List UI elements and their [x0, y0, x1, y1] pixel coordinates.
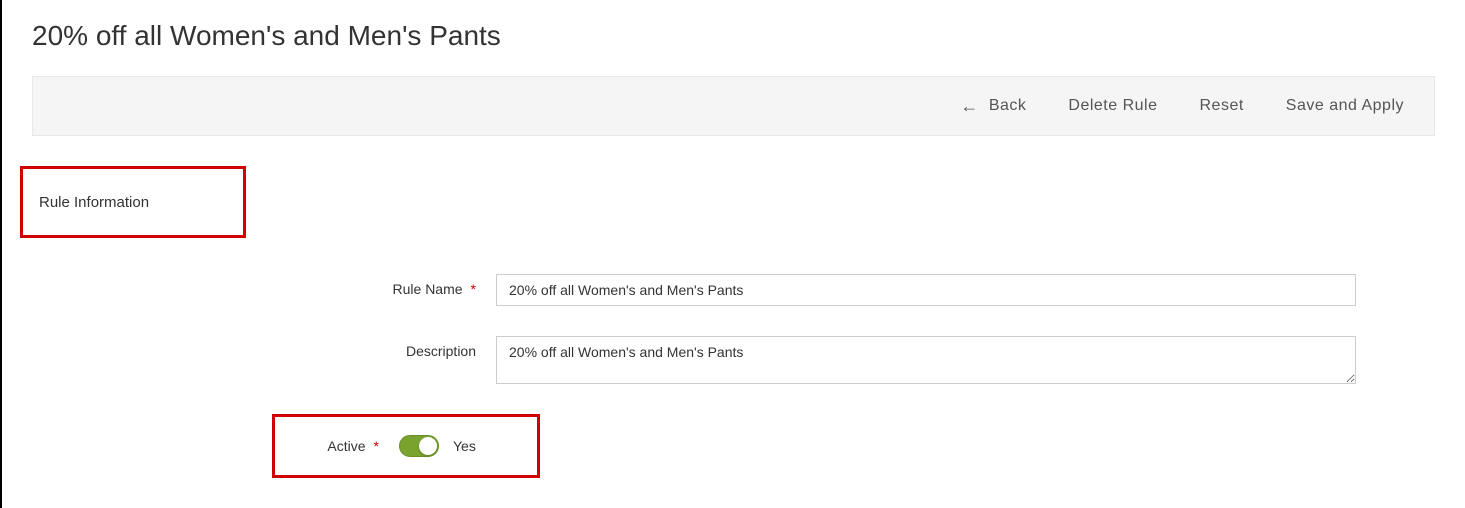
page-title: 20% off all Women's and Men's Pants — [32, 20, 1435, 52]
active-toggle[interactable] — [399, 435, 439, 457]
form-row-rule-name: Rule Name * — [286, 274, 1435, 306]
rule-name-label-wrap: Rule Name * — [286, 274, 496, 297]
active-toggle-text: Yes — [453, 438, 476, 454]
tab-rule-information[interactable]: Rule Information — [20, 166, 246, 238]
page-container: 20% off all Women's and Men's Pants ← Ba… — [0, 0, 1465, 508]
toggle-knob-icon — [419, 437, 437, 455]
delete-rule-label: Delete Rule — [1068, 97, 1157, 115]
action-bar: ← Back Delete Rule Reset Save and Apply — [32, 76, 1435, 136]
required-star-icon: * — [374, 438, 379, 454]
content-area: Rule Information Rule Name * Description — [32, 166, 1435, 508]
back-button[interactable]: ← Back — [960, 97, 1026, 115]
description-input[interactable] — [496, 336, 1356, 384]
description-label: Description — [406, 343, 476, 359]
reset-label: Reset — [1200, 97, 1244, 115]
active-highlight-box: Active * Yes — [272, 414, 540, 478]
tab-rule-information-label: Rule Information — [39, 194, 149, 211]
rule-name-label: Rule Name — [393, 281, 463, 297]
arrow-left-icon: ← — [960, 97, 979, 115]
active-label-wrap: Active * — [289, 438, 399, 454]
form-row-description: Description — [286, 336, 1435, 384]
active-label: Active — [327, 438, 365, 454]
required-star-icon: * — [471, 281, 476, 297]
rule-name-input[interactable] — [496, 274, 1356, 306]
delete-rule-button[interactable]: Delete Rule — [1068, 97, 1157, 115]
description-label-wrap: Description — [286, 336, 496, 359]
save-apply-button[interactable]: Save and Apply — [1286, 97, 1404, 115]
active-toggle-wrap: Yes — [399, 435, 476, 457]
reset-button[interactable]: Reset — [1200, 97, 1244, 115]
form-row-active: Active * Yes — [336, 414, 1435, 478]
back-button-label: Back — [989, 97, 1027, 115]
form-area: Rule Name * Description Active * — [286, 166, 1435, 508]
save-apply-label: Save and Apply — [1286, 97, 1404, 115]
